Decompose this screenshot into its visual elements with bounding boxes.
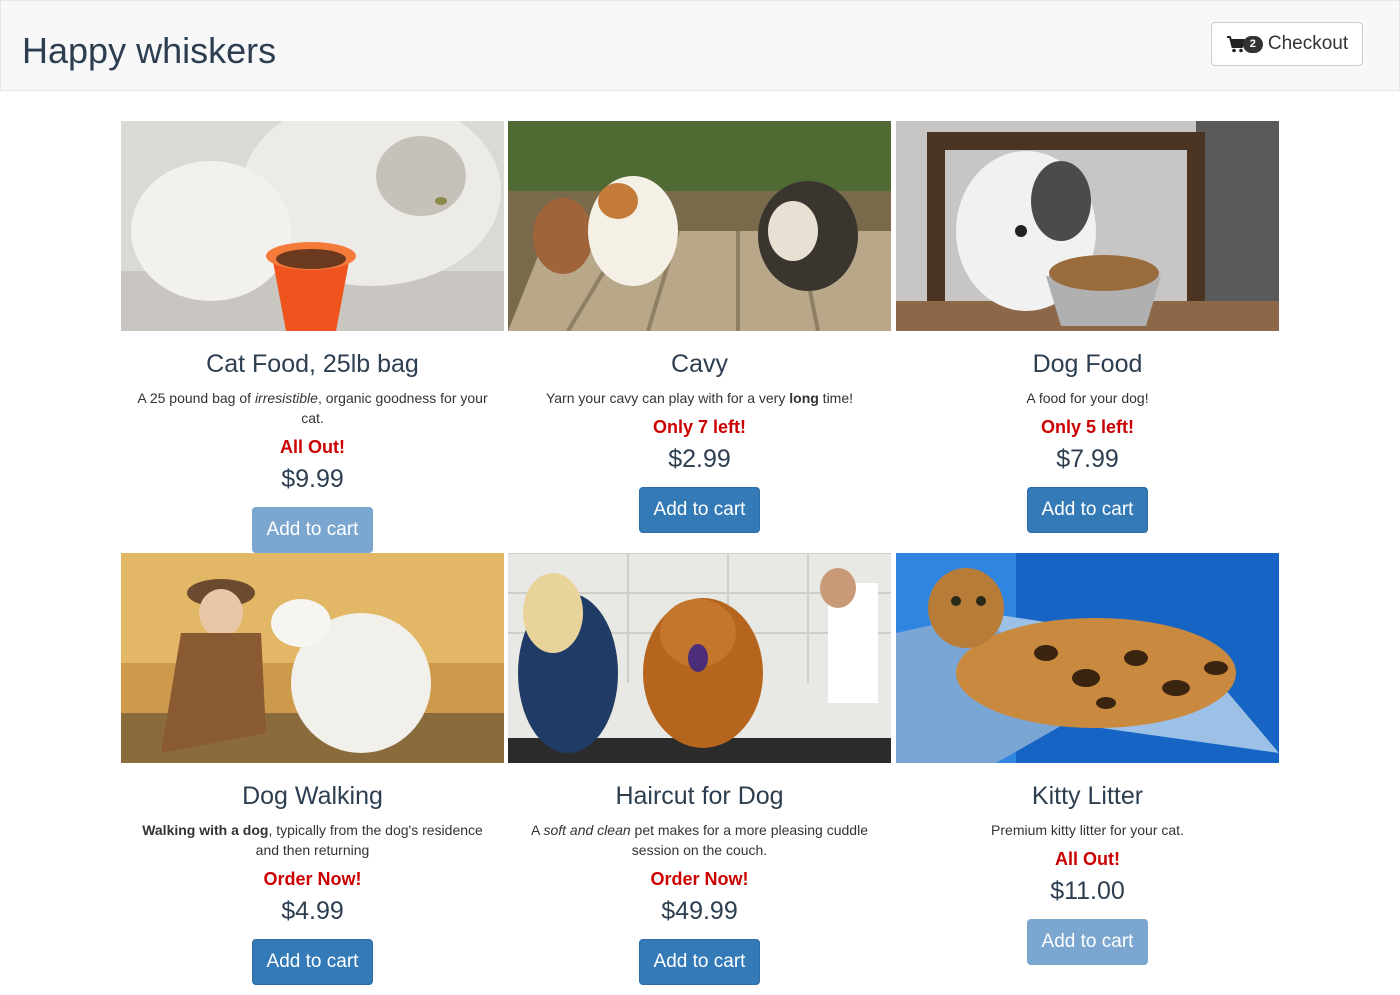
product-description: Yarn your cavy can play with for a very … bbox=[516, 388, 883, 408]
product-title: Cat Food, 25lb bag bbox=[206, 350, 419, 378]
product-image bbox=[896, 121, 1279, 331]
product-card: Dog Walking Walking with a dog, typically… bbox=[121, 553, 504, 985]
navbar: Happy whiskers 2 Checkout bbox=[0, 0, 1400, 91]
product-title: Haircut for Dog bbox=[615, 782, 784, 810]
product-title: Cavy bbox=[671, 350, 728, 378]
checkout-label: Checkout bbox=[1267, 33, 1349, 54]
description-segment: Walking with a dog bbox=[142, 822, 269, 838]
description-segment: A bbox=[531, 822, 544, 838]
product-image bbox=[508, 553, 891, 763]
add-to-cart-button[interactable]: Add to cart bbox=[252, 939, 373, 985]
checkout-button[interactable]: 2 Checkout bbox=[1211, 22, 1363, 66]
product-card: Kitty Litter Premium kitty litter for you… bbox=[896, 553, 1279, 965]
product-image bbox=[121, 121, 504, 331]
description-segment: Premium kitty litter for your cat. bbox=[991, 822, 1184, 838]
add-to-cart-button[interactable]: Add to cart bbox=[639, 487, 760, 533]
stock-status: Order Now! bbox=[263, 869, 362, 889]
product-description: A 25 pound bag of irresistible, organic … bbox=[129, 388, 496, 428]
product-price: $7.99 bbox=[1056, 445, 1119, 473]
description-segment: long bbox=[789, 390, 819, 406]
product-description: A soft and clean pet makes for a more pl… bbox=[516, 820, 883, 860]
product-price: $49.99 bbox=[661, 897, 738, 925]
product-image bbox=[508, 121, 891, 331]
product-price: $4.99 bbox=[281, 897, 344, 925]
add-to-cart-button[interactable]: Add to cart bbox=[639, 939, 760, 985]
product-image bbox=[896, 553, 1279, 763]
product-image bbox=[121, 553, 504, 763]
description-segment: A 25 pound bag of bbox=[137, 390, 255, 406]
product-card: Dog Food A food for your dog! Only 5 left!… bbox=[896, 121, 1279, 533]
brand-title[interactable]: Happy whiskers bbox=[22, 30, 276, 72]
add-to-cart-button[interactable]: Add to cart bbox=[1027, 919, 1148, 965]
stock-status: Order Now! bbox=[650, 869, 749, 889]
description-segment: time! bbox=[818, 390, 854, 406]
description-segment: A food for your dog! bbox=[1026, 390, 1149, 406]
product-card: Haircut for Dog A soft and clean pet make… bbox=[508, 553, 891, 985]
cart-count-badge: 2 bbox=[1242, 36, 1263, 53]
add-to-cart-button[interactable]: Add to cart bbox=[252, 507, 373, 553]
product-description: Walking with a dog, typically from the d… bbox=[129, 820, 496, 860]
description-segment: irresistible bbox=[254, 390, 318, 406]
description-segment: , organic goodness for your cat. bbox=[301, 390, 488, 426]
product-price: $9.99 bbox=[281, 465, 344, 493]
product-description: Premium kitty litter for your cat. bbox=[904, 820, 1271, 840]
product-title: Dog Walking bbox=[242, 782, 383, 810]
description-segment: pet makes for a more pleasing cuddle ses… bbox=[630, 822, 868, 858]
description-segment: soft and clean bbox=[543, 822, 631, 838]
stock-status: All Out! bbox=[280, 437, 345, 457]
product-card: Cavy Yarn your cavy can play with for a v… bbox=[508, 121, 891, 533]
stock-status: All Out! bbox=[1055, 849, 1120, 869]
product-price: $2.99 bbox=[668, 445, 731, 473]
product-title: Kitty Litter bbox=[1031, 782, 1144, 810]
product-title: Dog Food bbox=[1032, 350, 1143, 378]
cart-icon: 2 bbox=[1226, 33, 1264, 55]
product-price: $11.00 bbox=[1050, 877, 1125, 905]
product-card: Cat Food, 25lb bag A 25 pound bag of irre… bbox=[121, 121, 504, 553]
description-segment: , typically from the dog's residence and… bbox=[255, 822, 483, 858]
stock-status: Only 7 left! bbox=[652, 417, 746, 437]
stock-status: Only 5 left! bbox=[1040, 417, 1134, 437]
add-to-cart-button[interactable]: Add to cart bbox=[1027, 487, 1148, 533]
description-segment: Yarn your cavy can play with for a very bbox=[545, 390, 790, 406]
product-description: A food for your dog! bbox=[904, 388, 1271, 408]
